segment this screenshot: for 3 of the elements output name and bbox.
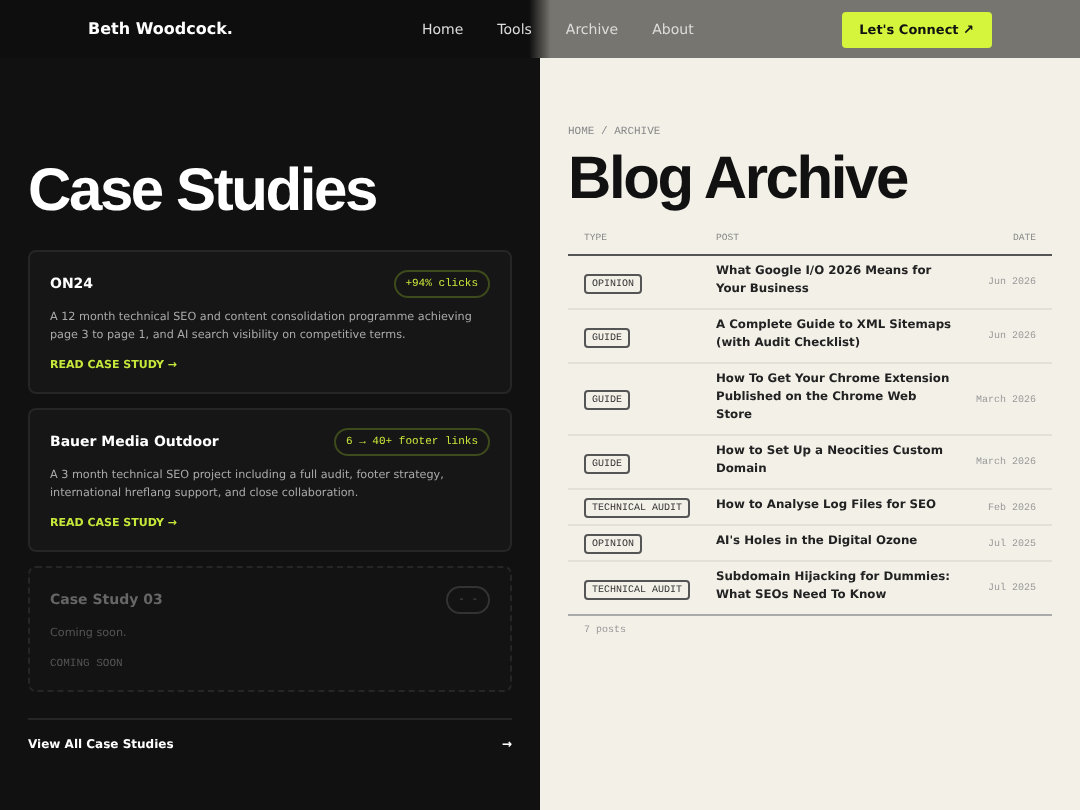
- page-heading: Blog Archive: [568, 146, 910, 214]
- site-name[interactable]: Beth Woodcock.: [88, 20, 422, 38]
- section-heading: Case Studies: [28, 158, 379, 226]
